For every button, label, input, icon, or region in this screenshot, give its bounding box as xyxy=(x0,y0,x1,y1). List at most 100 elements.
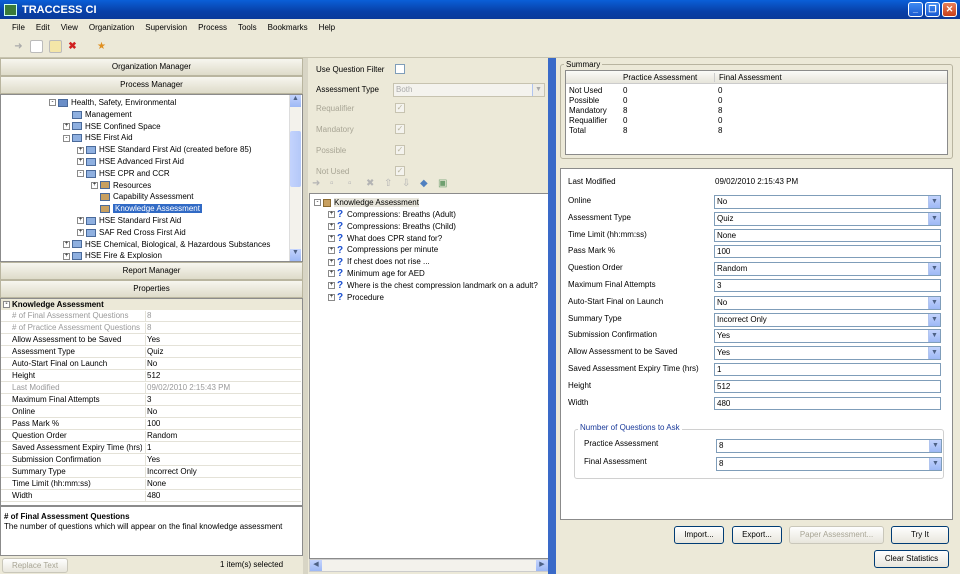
tree-node[interactable]: + SAF Red Cross First Aid xyxy=(77,227,186,238)
tree-node[interactable]: + HSE Standard First Aid (created before … xyxy=(77,144,252,155)
property-row[interactable]: Summary Type Incorrect Only xyxy=(1,467,301,478)
setting-select[interactable]: Yes ▼ xyxy=(714,346,941,361)
assessment-type-filter[interactable]: Both ▼ xyxy=(393,83,545,97)
expand-icon[interactable]: + xyxy=(328,234,335,242)
property-row[interactable]: Saved Assessment Expiry Time (hrs) 1 xyxy=(1,443,301,454)
menu-item[interactable]: Tools xyxy=(238,23,257,32)
question-root[interactable]: - Knowledge Assessment xyxy=(314,197,419,208)
expand-icon[interactable]: + xyxy=(328,258,335,266)
collapse-icon[interactable]: - xyxy=(49,99,56,107)
org-manager-header[interactable]: Organization Manager xyxy=(0,58,303,76)
setting-select[interactable]: No ▼ xyxy=(714,195,941,209)
nq-final-select[interactable]: 8 ▼ xyxy=(716,457,942,471)
setting-select[interactable]: No ▼ xyxy=(714,295,941,310)
expand-icon[interactable]: + xyxy=(63,122,70,130)
bookmark-icon[interactable]: ◆ xyxy=(420,178,428,189)
collapse-icon[interactable]: - xyxy=(314,199,321,207)
setting-select[interactable]: Yes ▼ xyxy=(714,329,941,344)
question-item[interactable]: +? Where is the chest compression landmar… xyxy=(328,280,538,291)
question-item[interactable]: +? Compressions: Breaths (Child) xyxy=(328,221,456,232)
setting-select[interactable]: Incorrect Only ▼ xyxy=(714,312,941,327)
add-icon[interactable]: ➜ xyxy=(312,178,320,189)
menu-item[interactable]: File xyxy=(12,23,25,32)
new-icon[interactable] xyxy=(30,40,43,53)
property-row[interactable]: # of Practice Assessment Questions 8 xyxy=(1,323,301,334)
copy-icon[interactable] xyxy=(49,40,62,53)
process-manager-header[interactable]: Process Manager xyxy=(0,76,303,94)
property-row[interactable]: Maximum Final Attempts 3 xyxy=(1,395,301,406)
question-item[interactable]: +? Compressions per minute xyxy=(328,244,438,256)
tree-node[interactable]: - HSE First Aid xyxy=(63,132,133,143)
move-up-icon[interactable]: ⇧ xyxy=(384,178,392,189)
property-row[interactable]: Time Limit (hh:mm:ss) None xyxy=(1,479,301,490)
scroll-up-icon[interactable]: ▲ xyxy=(290,95,301,107)
tree-node[interactable]: Knowledge Assessment xyxy=(91,203,202,214)
setting-select[interactable]: Random ▼ xyxy=(714,262,941,277)
expand-icon[interactable]: + xyxy=(77,217,84,225)
maximize-button[interactable]: ❐ xyxy=(925,2,940,17)
setting-input[interactable]: 512 xyxy=(714,379,941,393)
question-item[interactable]: +? If chest does not rise ... xyxy=(328,256,430,268)
property-row[interactable]: Height 512 xyxy=(1,371,301,382)
setting-input[interactable]: 100 xyxy=(714,245,941,259)
move-down-icon[interactable]: ⇩ xyxy=(402,178,410,189)
question-item[interactable]: +? What does CPR stand for? xyxy=(328,233,442,244)
property-row[interactable]: Pass Mark % 100 xyxy=(1,419,301,430)
expand-icon[interactable]: + xyxy=(91,181,98,189)
setting-input[interactable]: 3 xyxy=(714,279,941,292)
property-row[interactable]: Assessment Type Quiz xyxy=(1,347,301,358)
filter-checkbox[interactable]: ✓ xyxy=(395,124,405,134)
menu-item[interactable]: Organization xyxy=(89,23,134,32)
expand-icon[interactable]: + xyxy=(63,252,70,260)
tool-icon[interactable]: ★ xyxy=(95,40,108,53)
tree-node[interactable]: + HSE Standard First Aid xyxy=(77,215,181,226)
expand-icon[interactable]: + xyxy=(328,282,335,290)
expand-icon[interactable]: + xyxy=(63,240,70,248)
tree-node[interactable]: Capability Assessment xyxy=(91,191,193,202)
property-row[interactable]: Allow Assessment to be Saved Yes xyxy=(1,335,301,346)
minimize-button[interactable]: _ xyxy=(908,2,923,17)
delete-icon[interactable]: ✖ xyxy=(66,40,79,53)
right-splitter[interactable] xyxy=(548,58,556,574)
tree-node[interactable]: + Resources xyxy=(91,180,151,191)
tree-node[interactable]: + HSE Fire & Explosion xyxy=(63,250,162,261)
property-row[interactable]: Last Modified 09/02/2010 2:15:43 PM xyxy=(1,383,301,394)
expand-icon[interactable]: + xyxy=(77,229,84,237)
nav-icon[interactable]: ➜ xyxy=(12,40,25,53)
new-question-icon[interactable]: ▫ xyxy=(330,178,334,189)
delete-question-icon[interactable]: ✖ xyxy=(366,178,374,189)
tree-scrollbar[interactable]: ▲ ▼ xyxy=(289,95,301,261)
expand-icon[interactable]: + xyxy=(328,211,335,219)
menu-item[interactable]: Supervision xyxy=(145,23,187,32)
menu-item[interactable]: Process xyxy=(198,23,227,32)
expand-icon[interactable]: + xyxy=(328,270,335,278)
export-icon[interactable]: ▣ xyxy=(438,178,447,189)
filter-checkbox[interactable]: ✓ xyxy=(395,103,405,113)
expand-icon[interactable]: + xyxy=(77,158,84,166)
filter-checkbox[interactable]: ✓ xyxy=(395,166,405,176)
expand-icon[interactable]: + xyxy=(77,146,84,154)
menu-item[interactable]: Edit xyxy=(36,23,50,32)
import-button[interactable]: Import... xyxy=(674,526,724,544)
paper-assessment-button[interactable]: Paper Assessment... xyxy=(789,526,884,544)
tree-node[interactable]: - HSE CPR and CCR xyxy=(77,168,170,179)
question-item[interactable]: +? Procedure xyxy=(328,292,384,303)
menu-item[interactable]: Bookmarks xyxy=(268,23,308,32)
setting-input[interactable]: None xyxy=(714,228,941,242)
setting-input[interactable]: 480 xyxy=(714,396,941,410)
menu-item[interactable]: Help xyxy=(319,23,335,32)
property-row[interactable]: Submission Confirmation Yes xyxy=(1,455,301,466)
property-row[interactable]: Question Order Random xyxy=(1,431,301,442)
close-button[interactable]: ✕ xyxy=(942,2,957,17)
menu-item[interactable]: View xyxy=(61,23,78,32)
expand-icon[interactable]: + xyxy=(328,246,335,254)
clear-statistics-button[interactable]: Clear Statistics xyxy=(874,550,949,568)
property-row[interactable]: Online No xyxy=(1,407,301,418)
expand-icon[interactable]: + xyxy=(328,293,335,301)
tree-node[interactable]: - Health, Safety, Environmental xyxy=(49,97,176,108)
setting-select[interactable]: Quiz ▼ xyxy=(714,211,941,226)
property-row[interactable]: # of Final Assessment Questions 8 xyxy=(1,311,301,322)
tree-node[interactable]: + HSE Confined Space xyxy=(63,121,161,132)
summary-col-final[interactable]: Final Assessment xyxy=(714,73,782,82)
scroll-left-icon[interactable]: ◀ xyxy=(310,560,322,571)
